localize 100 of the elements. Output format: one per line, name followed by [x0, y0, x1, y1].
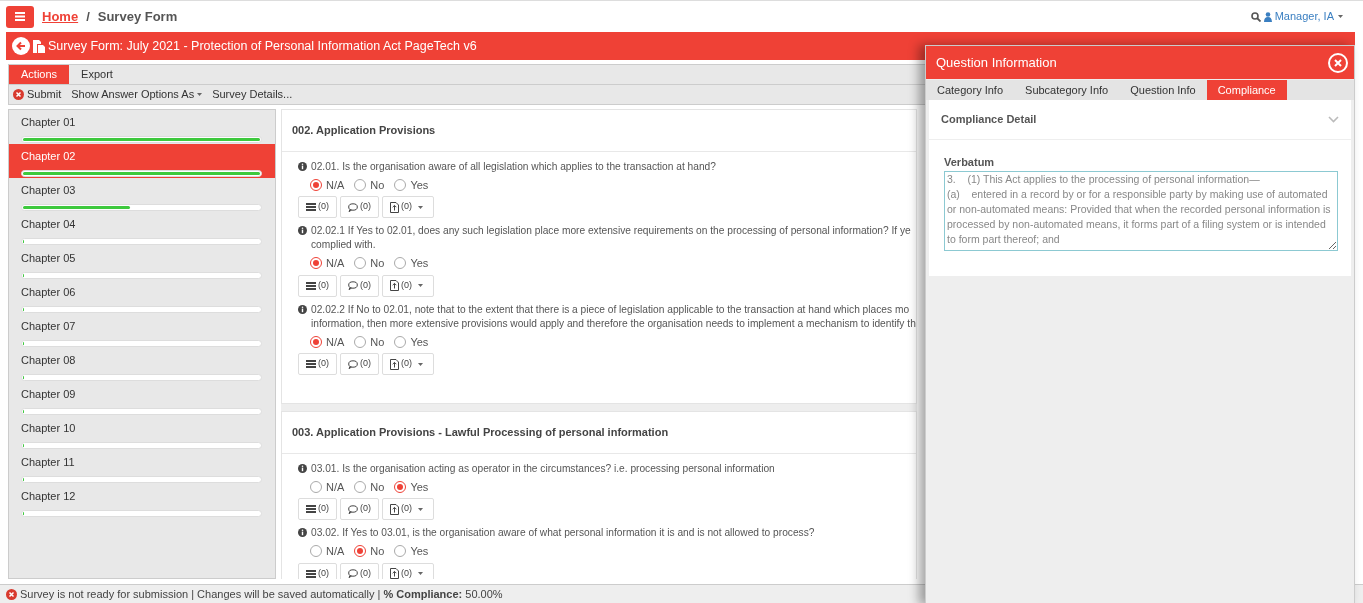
question-text: 02.02.1 If Yes to 02.01, does any such legislation place more extensive requirements on the processing of personal information? If ye complied with.: [311, 224, 911, 252]
caret-icon: [1338, 15, 1343, 18]
radio-option[interactable]: N/A: [310, 255, 345, 272]
chapter-item[interactable]: Chapter 08: [9, 348, 275, 382]
section-title: 003. Application Provisions - Lawful Processing of personal information: [282, 412, 916, 454]
chapter-item[interactable]: Chapter 11: [9, 450, 275, 484]
chapter-label: Chapter 06: [21, 285, 77, 300]
list-icon: [306, 281, 316, 290]
chapter-item[interactable]: Chapter 04: [9, 212, 275, 246]
menu-icon: [15, 12, 25, 21]
question-text: 02.02.2 If No to 02.01, note that to the extent that there is a piece of legislation applicable to the transaction at hand which places mo information, then more extensive provisions would apply and therefore the organisation needs to implement a mechanism to identify th: [311, 302, 916, 331]
menu-button[interactable]: [6, 5, 34, 28]
home-link[interactable]: Home: [42, 6, 79, 27]
caret-icon: [418, 507, 423, 511]
chapter-item[interactable]: Chapter 07: [9, 314, 275, 348]
panel-tab[interactable]: Subcategory Info: [1014, 80, 1120, 100]
attachments-button[interactable]: (0): [382, 353, 434, 375]
section-title: 002. Application Provisions: [282, 110, 916, 152]
list-icon: [306, 203, 316, 211]
radio-option[interactable]: N/A: [310, 543, 345, 560]
radio-option[interactable]: No: [354, 543, 385, 560]
user-menu[interactable]: Manager, IA: [1274, 8, 1343, 25]
list-icon: [306, 360, 316, 368]
chapter-item[interactable]: Chapter 05: [9, 246, 275, 280]
chapter-item[interactable]: Chapter 06: [9, 280, 275, 314]
info-icon[interactable]: [298, 226, 307, 235]
radio-option[interactable]: N/A: [310, 478, 345, 495]
field-label: Verbatum: [944, 154, 996, 170]
attachments-button[interactable]: (0): [382, 274, 434, 297]
radio-option[interactable]: Yes: [394, 176, 429, 193]
attachments-button[interactable]: (0): [382, 562, 434, 579]
comments-button[interactable]: (0): [340, 274, 379, 297]
notes-button[interactable]: (0): [298, 562, 337, 579]
attachments-button[interactable]: (0): [382, 196, 434, 218]
radio-option[interactable]: Yes: [394, 543, 429, 560]
chapter-item[interactable]: Chapter 10: [9, 416, 275, 450]
toolbar-button[interactable]: Survey Details...: [212, 86, 293, 103]
comments-button[interactable]: (0): [340, 353, 379, 375]
comments-button[interactable]: (0): [340, 562, 379, 579]
survey-title: Survey Form: July 2021 - Protection of Personal Information Act PageTech v6: [48, 37, 477, 55]
notes-button[interactable]: (0): [298, 353, 337, 375]
chapter-label: Chapter 01: [21, 115, 77, 130]
verbatum-field[interactable]: 3. (1) This Act applies to the processing of personal information— (a) entered in a record by or for a responsible party by making use of automated or non-automated means: Provided that when the recorded personal information is processed by non-automated means, it forms part of a filing system or is intended to form part thereof; and: [944, 171, 1338, 251]
notes-button[interactable]: (0): [298, 274, 337, 297]
radio-option[interactable]: Yes: [394, 478, 429, 495]
comments-button[interactable]: (0): [340, 498, 379, 520]
info-icon[interactable]: [298, 304, 307, 314]
chapter-label: Chapter 10: [21, 421, 77, 436]
tab[interactable]: Actions: [9, 65, 70, 84]
chapter-label: Chapter 04: [21, 217, 77, 232]
chapter-item[interactable]: Chapter 03: [9, 178, 275, 212]
chapter-label: Chapter 12: [21, 489, 77, 504]
toolbar-button[interactable]: Submit: [13, 86, 62, 103]
comment-icon: [348, 281, 358, 290]
upload-icon: [390, 280, 399, 291]
page-title: Survey Form: [97, 7, 178, 26]
caret-icon: [418, 572, 423, 575]
question-text: 02.01. Is the organisation aware of all legislation which applies to the transaction at hand?: [311, 159, 716, 174]
comment-icon: [348, 359, 358, 369]
caret-icon: [418, 205, 423, 209]
status-text: Survey is not ready for submission | Changes will be saved automatically | % Compliance: 50.00%: [20, 586, 503, 602]
back-icon[interactable]: [12, 37, 30, 55]
breadcrumb-separator: /: [86, 7, 90, 26]
chapter-label: Chapter 09: [21, 387, 77, 402]
close-icon: [1334, 58, 1342, 67]
document-icon: [33, 39, 45, 53]
chapter-item[interactable]: Chapter 02: [9, 144, 275, 178]
panel-tab[interactable]: Question Info: [1119, 80, 1207, 100]
radio-option[interactable]: No: [354, 333, 385, 350]
error-icon: [6, 588, 17, 600]
upload-icon: [390, 358, 399, 370]
radio-option[interactable]: No: [354, 478, 385, 495]
comment-icon: [348, 504, 358, 514]
radio-option[interactable]: N/A: [310, 176, 345, 193]
tab[interactable]: Export: [69, 65, 125, 84]
caret-icon: [197, 93, 203, 96]
upload-icon: [390, 201, 399, 213]
chapter-item[interactable]: Chapter 01: [9, 110, 275, 144]
dropdown-button[interactable]: Show Answer Options As: [71, 86, 203, 103]
radio-option[interactable]: No: [354, 255, 385, 272]
radio-option[interactable]: No: [354, 176, 385, 193]
panel-tab[interactable]: Compliance: [1206, 80, 1287, 100]
radio-option[interactable]: Yes: [394, 255, 429, 272]
notes-button[interactable]: (0): [298, 196, 337, 218]
radio-option[interactable]: N/A: [310, 333, 345, 350]
info-icon[interactable]: [298, 528, 307, 537]
info-icon[interactable]: [298, 463, 307, 473]
attachments-button[interactable]: (0): [382, 498, 434, 520]
search-icon[interactable]: [1250, 11, 1261, 22]
notes-button[interactable]: (0): [298, 498, 337, 520]
chapter-label: Chapter 02: [21, 149, 77, 164]
chapter-label: Chapter 08: [21, 353, 77, 368]
close-button[interactable]: [1328, 52, 1348, 73]
radio-option[interactable]: Yes: [394, 333, 429, 350]
chapter-item[interactable]: Chapter 09: [9, 382, 275, 416]
chapter-item[interactable]: Chapter 12: [9, 484, 275, 518]
list-icon: [306, 569, 316, 578]
comments-button[interactable]: (0): [340, 196, 379, 218]
info-icon[interactable]: [298, 161, 307, 171]
panel-tab[interactable]: Category Info: [926, 80, 1015, 100]
